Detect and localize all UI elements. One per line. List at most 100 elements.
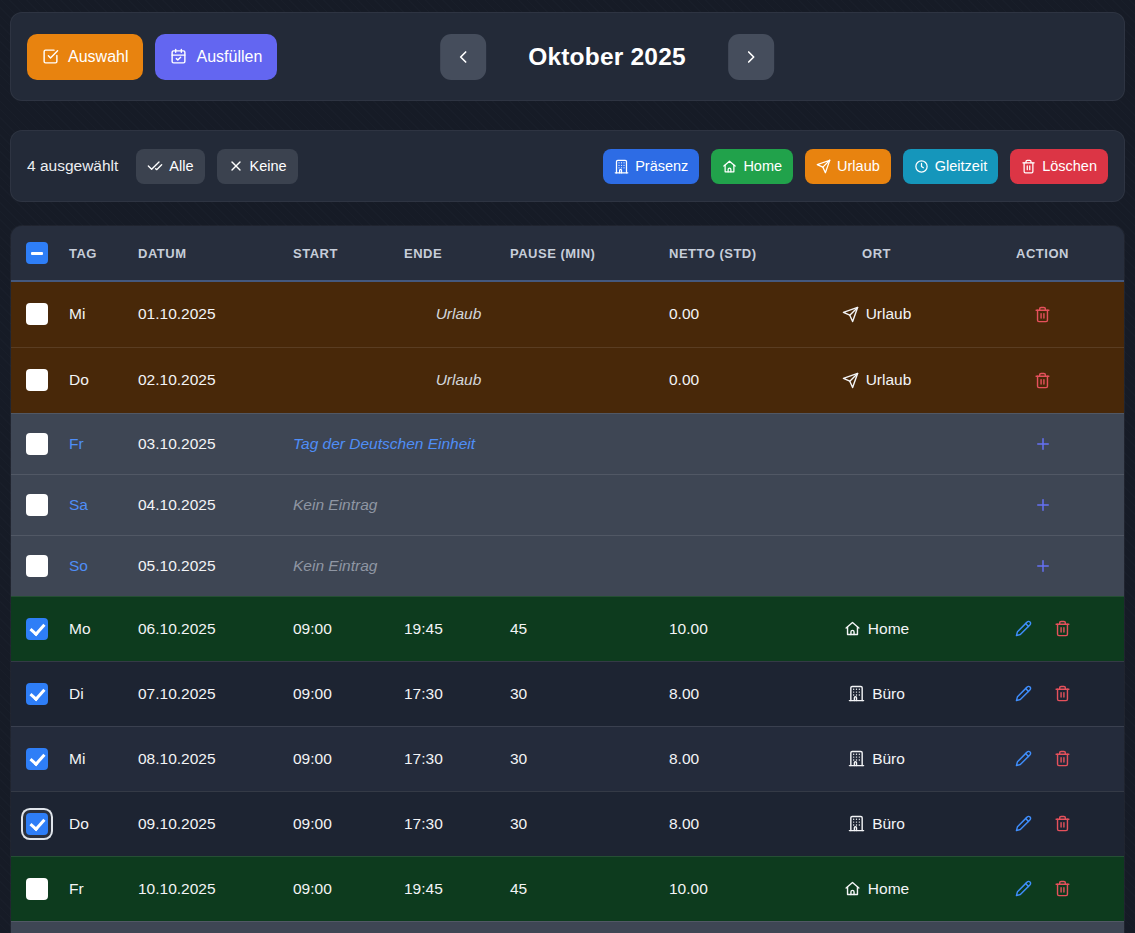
plane-icon [816, 159, 831, 174]
previous-month-button[interactable] [440, 34, 486, 80]
start-cell: 09:00 [283, 596, 394, 661]
table-row: Sa04.10.2025Kein Eintrag [11, 474, 1125, 535]
ende-cell: 19:45 [394, 596, 500, 661]
row-checkbox[interactable] [26, 618, 48, 640]
day-cell: Mi [59, 726, 128, 791]
day-cell: Do [59, 791, 128, 856]
month-title: Oktober 2025 [528, 43, 686, 71]
pause-cell: 30 [500, 726, 659, 791]
building-icon [614, 159, 629, 174]
plane-icon [842, 372, 859, 389]
edit-entry-button[interactable] [1015, 750, 1032, 767]
row-checkbox[interactable] [26, 433, 48, 455]
select-all-label: Alle [169, 158, 193, 174]
building-icon [848, 750, 865, 767]
netto-cell: 8.00 [659, 661, 794, 726]
select-all-checkbox[interactable] [26, 242, 48, 264]
bulk-action-lschen[interactable]: Löschen [1010, 149, 1108, 184]
table-row: Fr10.10.202509:0019:454510.00Home [11, 856, 1125, 921]
day-cell: Sa [59, 474, 128, 535]
table-row: Mi08.10.202509:0017:30308.00Büro [11, 726, 1125, 791]
bulk-action-label: Präsenz [635, 158, 688, 174]
ausfuellen-button[interactable]: Ausfüllen [155, 34, 277, 80]
bulk-action-prsenz[interactable]: Präsenz [603, 149, 699, 184]
day-label: So [69, 557, 88, 574]
delete-entry-button[interactable] [1054, 750, 1071, 767]
select-none-button[interactable]: Keine [217, 149, 298, 184]
action-cell [959, 921, 1125, 933]
day-cell: Do [59, 347, 128, 413]
bulk-action-urlaub[interactable]: Urlaub [805, 149, 891, 184]
ort-cell [794, 535, 959, 596]
date-cell: 09.10.2025 [128, 791, 283, 856]
ort-cell: Home [794, 856, 959, 921]
header-select-all-cell [11, 226, 59, 281]
add-entry-button[interactable] [1034, 496, 1052, 514]
table-row [11, 921, 1125, 933]
building-icon [848, 815, 865, 832]
column-header-tag: Tag [59, 226, 128, 281]
row-checkbox[interactable] [26, 369, 48, 391]
delete-entry-button[interactable] [1054, 880, 1071, 897]
column-header-ende: Ende [394, 226, 500, 281]
day-label: Mi [69, 305, 85, 322]
row-checkbox[interactable] [26, 555, 48, 577]
x-icon [228, 158, 244, 174]
row-checkbox[interactable] [26, 748, 48, 770]
row-checkbox[interactable] [26, 683, 48, 705]
entry-note: Urlaub [436, 305, 482, 322]
delete-entry-button[interactable] [1054, 620, 1071, 637]
next-month-button[interactable] [728, 34, 774, 80]
add-entry-button[interactable] [1034, 557, 1052, 575]
action-cell [959, 856, 1125, 921]
selection-bar: 4 ausgewählt Alle Keine PräsenzHomeUrlau… [10, 130, 1125, 202]
day-label: Mo [69, 620, 91, 637]
action-cell [959, 661, 1125, 726]
day-label: Sa [69, 496, 88, 513]
date-cell: 03.10.2025 [128, 413, 283, 474]
ort-cell: Büro [794, 791, 959, 856]
edit-entry-button[interactable] [1015, 620, 1032, 637]
pause-cell: 30 [500, 791, 659, 856]
plane-icon [842, 306, 859, 323]
entry-note-cell: Kein Eintrag [283, 474, 794, 535]
select-all-button[interactable]: Alle [136, 149, 204, 184]
column-header-start: Start [283, 226, 394, 281]
bulk-action-gleitzeit[interactable]: Gleitzeit [903, 149, 998, 184]
date-cell [128, 921, 283, 933]
bulk-action-home[interactable]: Home [711, 149, 793, 184]
edit-entry-button[interactable] [1015, 685, 1032, 702]
row-checkbox[interactable] [26, 813, 48, 835]
delete-entry-button[interactable] [1034, 306, 1051, 323]
action-cell [959, 474, 1125, 535]
ort-label: Home [868, 620, 909, 638]
table-header-row: TagDatumStartEndePause (Min)Netto (Std)O… [11, 226, 1125, 281]
day-label: Di [69, 685, 84, 702]
edit-entry-button[interactable] [1015, 880, 1032, 897]
column-header-datum: Datum [128, 226, 283, 281]
ausfuellen-label: Ausfüllen [196, 48, 262, 66]
date-cell: 10.10.2025 [128, 856, 283, 921]
row-checkbox[interactable] [26, 878, 48, 900]
bulk-action-label: Urlaub [837, 158, 880, 174]
delete-entry-button[interactable] [1034, 372, 1051, 389]
row-checkbox[interactable] [26, 494, 48, 516]
delete-entry-button[interactable] [1054, 815, 1071, 832]
column-header-ort: Ort [794, 226, 959, 281]
row-select-cell [11, 347, 59, 413]
row-select-cell [11, 281, 59, 347]
ort-cell [794, 474, 959, 535]
auswahl-button[interactable]: Auswahl [27, 34, 143, 80]
day-cell: Fr [59, 413, 128, 474]
row-select-cell [11, 921, 59, 933]
day-cell: Fr [59, 856, 128, 921]
add-entry-button[interactable] [1034, 435, 1052, 453]
edit-entry-button[interactable] [1015, 815, 1032, 832]
delete-entry-button[interactable] [1054, 685, 1071, 702]
row-checkbox[interactable] [26, 303, 48, 325]
column-header-pausemin: Pause (Min) [500, 226, 659, 281]
day-cell [59, 921, 128, 933]
day-label: Do [69, 815, 89, 832]
row-select-cell [11, 661, 59, 726]
ort-label: Büro [872, 750, 905, 768]
